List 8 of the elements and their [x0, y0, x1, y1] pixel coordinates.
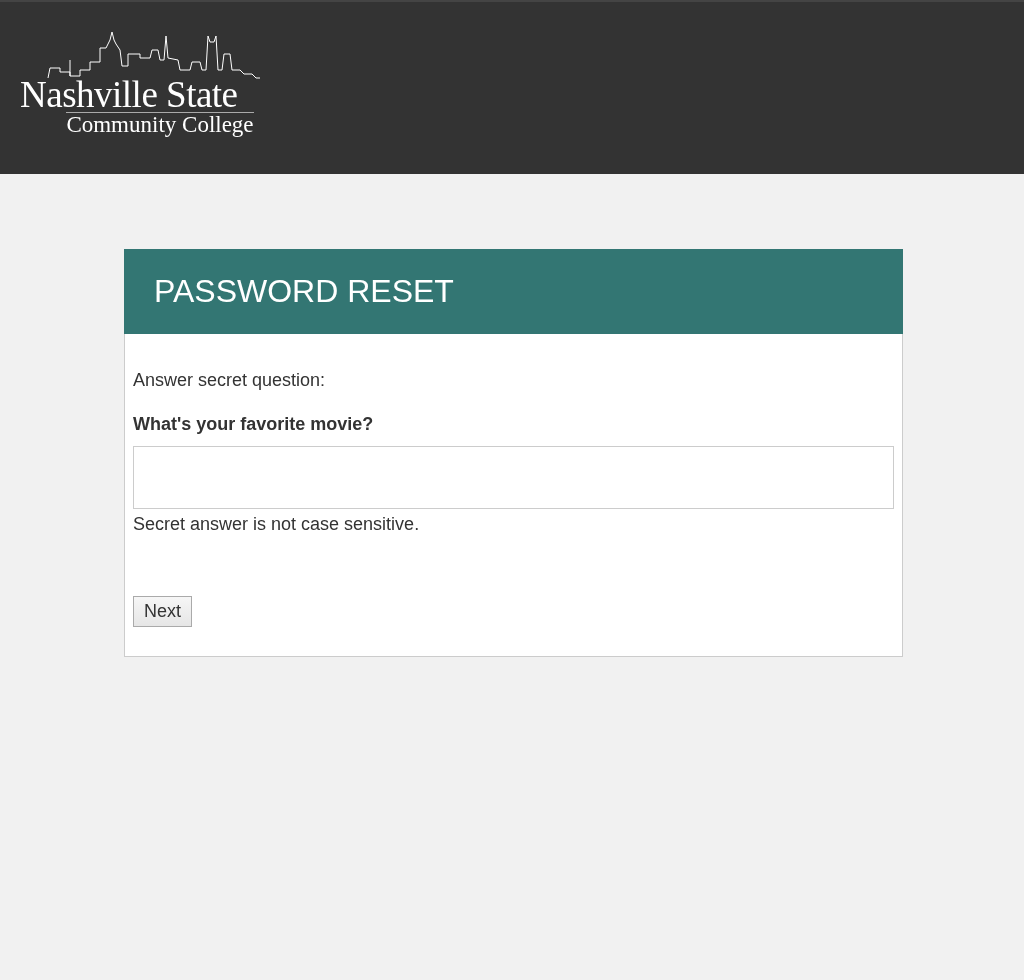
- card-title: PASSWORD RESET: [154, 273, 454, 310]
- logo-title: Nashville State: [20, 78, 238, 112]
- answer-field[interactable]: [133, 446, 894, 509]
- question-label: What's your favorite movie?: [133, 413, 375, 436]
- next-button[interactable]: Next: [133, 596, 192, 627]
- logo-subtitle: Community College: [66, 112, 254, 137]
- hint-text: Secret answer is not case sensitive.: [133, 513, 421, 536]
- instruction-text: Answer secret question:: [133, 369, 327, 392]
